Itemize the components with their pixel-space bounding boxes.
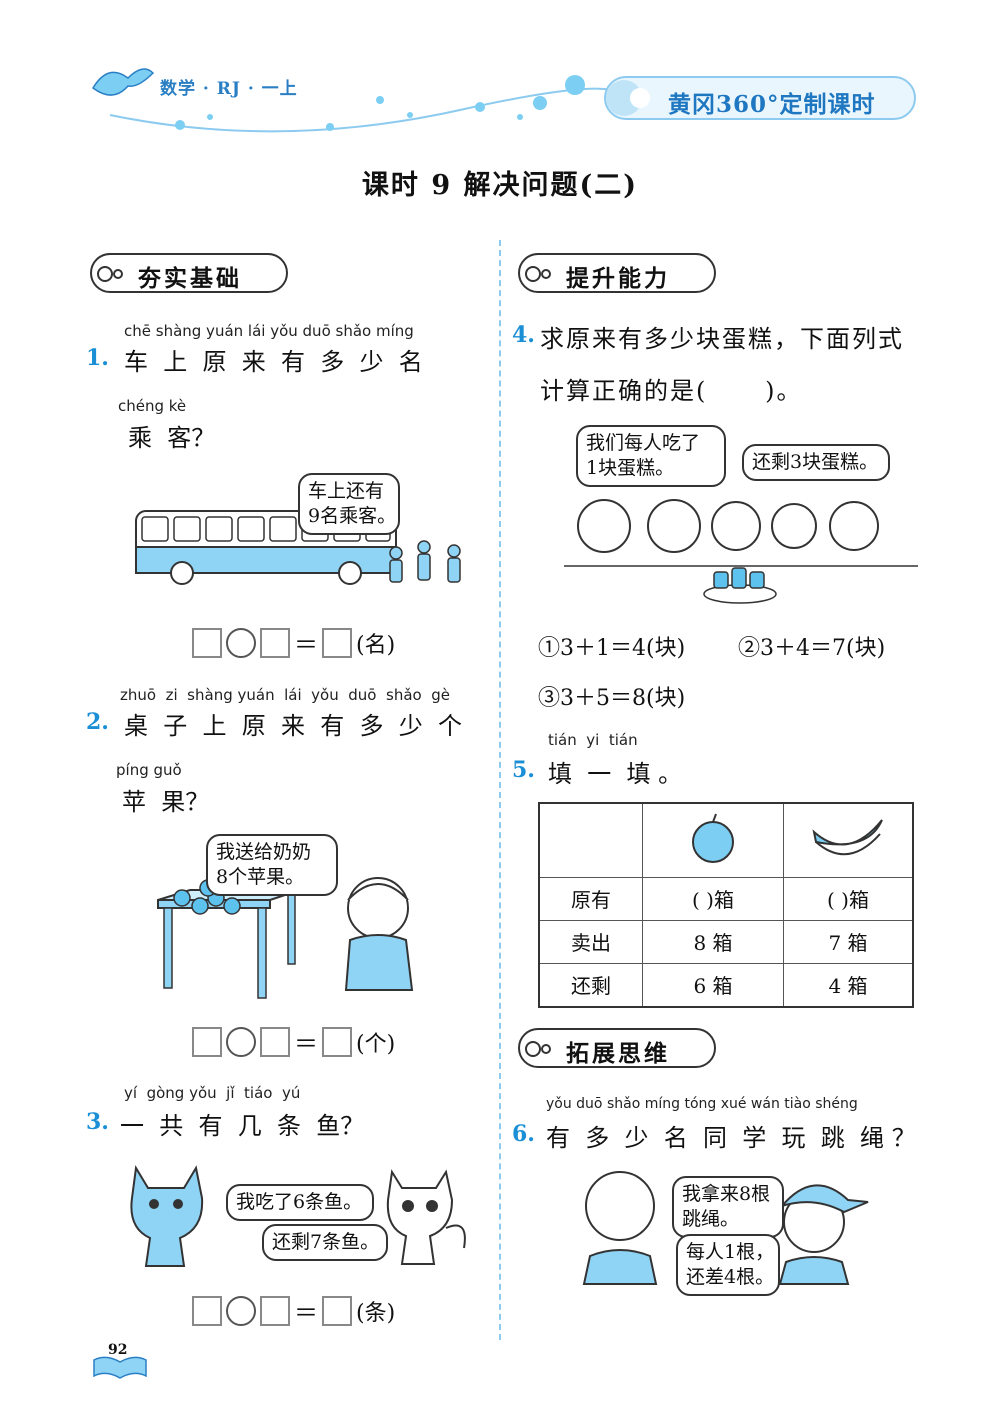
q2-equation: ＝ (个) [192, 1024, 395, 1059]
row-label: 卖出 [538, 919, 643, 964]
q1-number: 1. [86, 345, 109, 371]
page-title: 课时 9 解决问题(二) [361, 170, 639, 201]
q1-speech-bubble: 车上还有 9名乘客。 [298, 473, 400, 535]
equals-sign: ＝ [294, 1299, 318, 1327]
q1-text-line1: 车 上 原 来 有 多 少 名 [124, 348, 423, 376]
answer-box[interactable] [260, 627, 290, 658]
q2-speech-bubble: 我送给奶奶 8个苹果。 [206, 834, 338, 896]
q2-pinyin-line2: píng guǒ [116, 761, 182, 779]
q3-text-line1: 一 共 有 几 条 鱼？ [120, 1112, 365, 1140]
q5-pinyin: tián yi tián [548, 731, 638, 749]
section-basic-title: 夯实基础 [138, 266, 242, 292]
section-expand-title: 拓展思维 [566, 1041, 670, 1067]
header-brand-badge: 黄冈360°定制课时 [604, 76, 916, 120]
q2-text-line2: 苹 果？ [122, 788, 210, 816]
table-row: 还剩 6 箱 4 箱 [538, 962, 914, 1007]
answer-box[interactable] [322, 627, 352, 658]
q2-number: 2. [86, 709, 109, 735]
q5-text: 填 一 填 。 [548, 760, 683, 788]
row-label: 原有 [538, 876, 643, 921]
q2-pinyin-line1: zhuō zi shàng yuán lái yǒu duō shǎo gè [120, 686, 450, 704]
section-improve-badge: 提升能力 [518, 253, 716, 293]
banana-icon [812, 819, 883, 855]
answer-box[interactable] [192, 627, 222, 658]
equals-sign: ＝ [294, 1030, 318, 1058]
q5-table: 原有 ( )箱 ( )箱 卖出 8 箱 7 箱 还剩 6 箱 4 箱 [538, 802, 914, 1008]
q3-speech-bubble-1: 我吃了6条鱼。 [226, 1184, 374, 1221]
apple-header-cell [642, 802, 784, 878]
apple-cell: 6 箱 [642, 962, 784, 1007]
q4-option-2[interactable]: ②3＋4＝7(块) [738, 630, 885, 662]
q5-number: 5. [512, 757, 535, 783]
table-corner-cell [538, 802, 643, 878]
answer-box[interactable] [322, 1295, 352, 1326]
answer-box[interactable] [322, 1026, 352, 1057]
q4-text-line2: 计算正确的是( )。 [540, 377, 803, 405]
column-divider [499, 240, 501, 1340]
banana-cell: 7 箱 [783, 919, 914, 964]
apple-cell[interactable]: ( )箱 [642, 876, 784, 921]
q4-text-line1: 求原来有多少块蛋糕，下面列式 [540, 325, 904, 353]
q1-equation: ＝ (名) [192, 625, 395, 660]
q4-option-1[interactable]: ①3＋1＝4(块) [538, 630, 685, 662]
q2-unit: (个) [356, 1031, 396, 1057]
operator-circle[interactable] [226, 627, 256, 658]
q6-speech-bubble-2: 每人1根， 还差4根。 [676, 1234, 780, 1296]
answer-box[interactable] [260, 1026, 290, 1057]
apple-icon [692, 813, 734, 863]
section-basic-badge: 夯实基础 [90, 253, 288, 293]
q4-option-3[interactable]: ③3＋5＝8(块) [538, 680, 685, 712]
q4-speech-bubble-2: 还剩3块蛋糕。 [742, 444, 890, 481]
q1-pinyin-line2: chéng kè [118, 397, 187, 415]
answer-box[interactable] [192, 1026, 222, 1057]
q1-unit: (名) [356, 632, 396, 658]
q6-pinyin: yǒu duō shǎo míng tóng xué wán tiào shén… [546, 1096, 858, 1112]
banana-cell[interactable]: ( )箱 [783, 876, 914, 921]
q6-number: 6. [512, 1121, 535, 1147]
page-number: 92 [108, 1342, 128, 1358]
q3-pinyin-line1: yí gòng yǒu jǐ tiáo yú [124, 1084, 301, 1102]
banana-header-cell [783, 802, 914, 878]
operator-circle[interactable] [226, 1026, 256, 1057]
q1-text-line2: 乘 客？ [128, 424, 216, 452]
row-label: 还剩 [538, 962, 643, 1007]
q3-number: 3. [86, 1109, 109, 1135]
q3-equation: ＝ (条) [192, 1293, 395, 1328]
header-subject: 数学 · RJ · 一上 [160, 79, 298, 99]
apple-cell: 8 箱 [642, 919, 784, 964]
q3-speech-bubble-2: 还剩7条鱼。 [262, 1224, 388, 1261]
q6-speech-bubble-1: 我拿来8根 跳绳。 [672, 1176, 784, 1238]
table-row: 卖出 8 箱 7 箱 [538, 919, 914, 964]
q3-unit: (条) [356, 1300, 396, 1326]
answer-box[interactable] [260, 1295, 290, 1326]
q2-text-line1: 桌 子 上 原 来 有 多 少 个 [124, 712, 463, 740]
q1-pinyin-line1: chē shàng yuán lái yǒu duō shǎo míng [124, 322, 414, 340]
answer-box[interactable] [192, 1295, 222, 1326]
equals-sign: ＝ [294, 631, 318, 659]
table-row: 原有 ( )箱 ( )箱 [538, 876, 914, 921]
section-expand-badge: 拓展思维 [518, 1028, 716, 1068]
q4-speech-bubble-1: 我们每人吃了 1块蛋糕。 [576, 425, 726, 487]
q6-text: 有 多 少 名 同 学 玩 跳 绳 ？ [546, 1124, 916, 1152]
header-brand-text: 黄冈360°定制课时 [668, 91, 876, 118]
section-improve-title: 提升能力 [566, 266, 670, 292]
q4-number: 4. [512, 322, 535, 348]
operator-circle[interactable] [226, 1295, 256, 1326]
bird-logo-icon [92, 68, 155, 96]
banana-cell: 4 箱 [783, 962, 914, 1007]
children-cake-illustration [564, 499, 918, 604]
